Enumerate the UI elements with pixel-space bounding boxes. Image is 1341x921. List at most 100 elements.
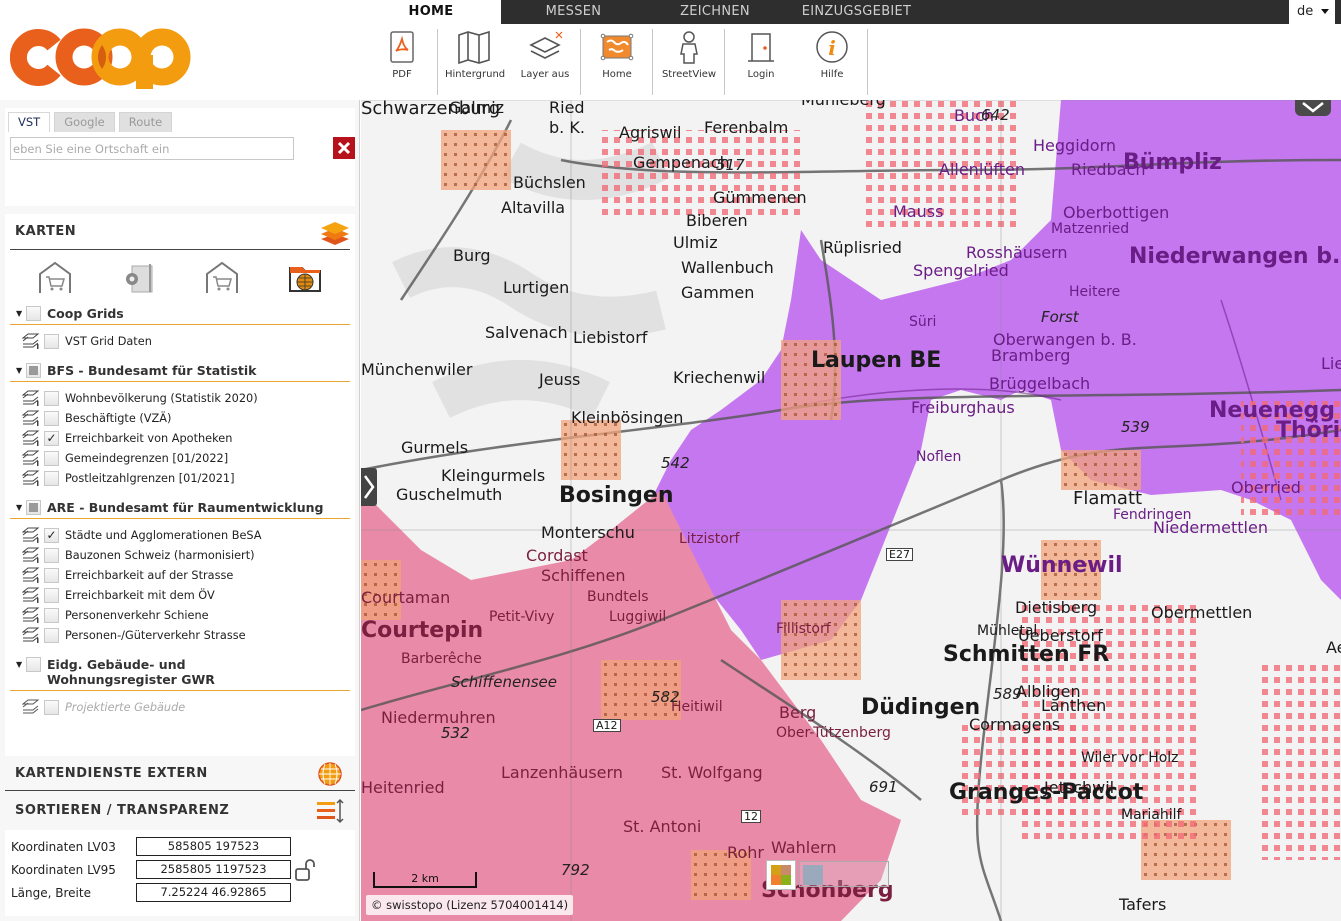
- group-header[interactable]: ▼ Eidg. Gebäude- und Wohnungsregister GW…: [10, 651, 350, 691]
- layer-info-icon[interactable]: [22, 527, 40, 543]
- layer-item[interactable]: ✓ Erreichbarkeit von Apotheken: [10, 428, 350, 448]
- location-search-input[interactable]: [10, 137, 294, 160]
- home-view-button[interactable]: Home: [589, 28, 645, 96]
- unlocked-lock-icon[interactable]: [294, 858, 316, 882]
- layer-info-icon[interactable]: [22, 333, 40, 349]
- place-label: Rohr: [727, 843, 764, 862]
- map-settings-icon[interactable]: [120, 260, 156, 294]
- layer-item[interactable]: Bauzonen Schweiz (harmonisiert): [10, 545, 350, 565]
- group-checkbox[interactable]: [26, 306, 41, 321]
- layer-checkbox[interactable]: [44, 410, 59, 426]
- pdf-button[interactable]: PDF: [379, 28, 425, 96]
- layer-item[interactable]: Erreichbarkeit auf der Strasse: [10, 565, 350, 585]
- streetview-button[interactable]: StreetView: [659, 28, 719, 96]
- coord-row-lv03: Koordinaten LV03 585805 197523: [11, 837, 291, 856]
- tab-zeichnen[interactable]: ZEICHNEN: [646, 0, 784, 24]
- group-title: Eidg. Gebäude- und Wohnungsregister GWR: [47, 657, 215, 687]
- layer-item[interactable]: Gemeindegrenzen [01/2022]: [10, 448, 350, 468]
- folder-globe-icon[interactable]: [287, 260, 323, 294]
- layer-checkbox[interactable]: [44, 607, 59, 623]
- place-label: Wahlern: [771, 838, 837, 857]
- login-label: Login: [747, 69, 775, 80]
- kartendienste-extern-panel[interactable]: KARTENDIENSTE EXTERN: [5, 756, 355, 791]
- group-header[interactable]: ▼ BFS - Bundesamt für Statistik: [10, 357, 350, 382]
- hilfe-button[interactable]: i Hilfe: [807, 28, 857, 96]
- layer-item[interactable]: ✓ Städte und Agglomerationen BeSA: [10, 525, 350, 545]
- place-label: Ried: [549, 100, 585, 117]
- clear-search-button[interactable]: [333, 137, 355, 159]
- layer-checkbox[interactable]: [44, 450, 59, 466]
- group-header[interactable]: ▼ Coop Grids: [10, 300, 350, 325]
- collapse-triangle-icon[interactable]: ▼: [16, 660, 26, 669]
- layer-checkbox[interactable]: ✓: [44, 527, 59, 543]
- store-cart-icon[interactable]: [37, 260, 73, 294]
- language-select[interactable]: de: [1289, 0, 1335, 24]
- layer-item[interactable]: Personenverkehr Schiene: [10, 605, 350, 625]
- layer-item[interactable]: Wohnbevölkerung (Statistik 2020): [10, 388, 350, 408]
- map-view[interactable]: GalmizRiedb. K.AgriswilFerenbalmMühleber…: [361, 100, 1341, 921]
- sortieren-header[interactable]: SORTIEREN / TRANSPARENZ: [5, 792, 355, 828]
- layer-info-icon[interactable]: [22, 410, 40, 426]
- group-checkbox[interactable]: [26, 363, 41, 378]
- layer-info-icon[interactable]: [22, 587, 40, 603]
- layer-info-icon[interactable]: [22, 627, 40, 643]
- layer-info-icon[interactable]: [22, 607, 40, 623]
- collapse-triangle-icon[interactable]: ▼: [16, 309, 26, 318]
- layer-checkbox[interactable]: [44, 390, 59, 406]
- group-header[interactable]: ▼ ARE - Bundesamt für Raumentwicklung: [10, 494, 350, 519]
- layer-label: Bauzonen Schweiz (harmonisiert): [65, 548, 255, 562]
- sortieren-transparenz-panel[interactable]: SORTIEREN / TRANSPARENZ: [5, 792, 355, 828]
- layer-checkbox[interactable]: [44, 567, 59, 583]
- place-label: Wünnewil: [1001, 553, 1123, 578]
- coord-value-lv03[interactable]: 585805 197523: [136, 837, 291, 856]
- place-label: Guschelmuth: [396, 485, 503, 504]
- place-label: Kleinbösingen: [571, 408, 684, 427]
- layer-checkbox[interactable]: [44, 587, 59, 603]
- place-label: Münchenwiler: [361, 360, 473, 379]
- layer-item[interactable]: Erreichbarkeit mit dem ÖV: [10, 585, 350, 605]
- layer-checkbox[interactable]: [44, 333, 59, 349]
- tab-google[interactable]: Google: [54, 112, 115, 132]
- layer-checkbox[interactable]: [44, 470, 59, 486]
- collapse-triangle-icon[interactable]: ▼: [16, 503, 26, 512]
- layer-info-icon[interactable]: [22, 390, 40, 406]
- group-checkbox[interactable]: [26, 657, 41, 672]
- tab-vst[interactable]: VST: [8, 112, 51, 132]
- tab-messen[interactable]: MESSEN: [501, 0, 646, 24]
- hintergrund-button[interactable]: Hintergrund: [445, 28, 505, 96]
- layer-info-icon[interactable]: [22, 567, 40, 583]
- store-cart-icon[interactable]: [204, 260, 240, 294]
- layer-checkbox[interactable]: [44, 699, 59, 715]
- layer-info-icon[interactable]: [22, 547, 40, 563]
- place-label: Mariahilf: [1121, 807, 1182, 823]
- sidebar-collapse-button[interactable]: [361, 468, 377, 506]
- overview-toggle-button[interactable]: [1295, 100, 1331, 116]
- login-button[interactable]: Login: [736, 28, 786, 96]
- karten-header[interactable]: KARTEN: [10, 214, 350, 250]
- group-checkbox[interactable]: [26, 500, 41, 515]
- layer-checkbox[interactable]: [44, 547, 59, 563]
- layer-info-icon[interactable]: [22, 470, 40, 486]
- background-switch-color[interactable]: [767, 861, 795, 889]
- tab-route[interactable]: Route: [118, 112, 173, 132]
- coord-value-lv95[interactable]: 2585805 1197523: [136, 860, 291, 879]
- tab-home[interactable]: HOME: [361, 0, 501, 24]
- place-label: Bundtels: [587, 589, 649, 605]
- layer-item[interactable]: Postleitzahlgrenzen [01/2021]: [10, 468, 350, 488]
- layer-item[interactable]: Personen-/Güterverkehr Strasse: [10, 625, 350, 645]
- layer-item[interactable]: VST Grid Daten: [10, 331, 350, 351]
- layer-item[interactable]: Projektierte Gebäude: [10, 697, 350, 717]
- layer-item[interactable]: Beschäftigte (VZÄ): [10, 408, 350, 428]
- coord-value-lonlat[interactable]: 7.25224 46.92865: [136, 883, 291, 902]
- place-label: St. Antoni: [623, 817, 702, 836]
- layer-info-icon[interactable]: [22, 450, 40, 466]
- kartendienste-extern-header[interactable]: KARTENDIENSTE EXTERN: [5, 756, 355, 791]
- collapse-triangle-icon[interactable]: ▼: [16, 366, 26, 375]
- layer-info-icon[interactable]: [22, 430, 40, 446]
- layer-aus-button[interactable]: Layer aus: [517, 28, 573, 96]
- layer-checkbox[interactable]: ✓: [44, 430, 59, 446]
- kartendienste-extern-title: KARTENDIENSTE EXTERN: [15, 765, 208, 781]
- tab-einzugsgebiet[interactable]: EINZUGSGEBIET: [784, 0, 929, 24]
- layer-checkbox[interactable]: [44, 627, 59, 643]
- background-switch-grey[interactable]: [799, 861, 889, 887]
